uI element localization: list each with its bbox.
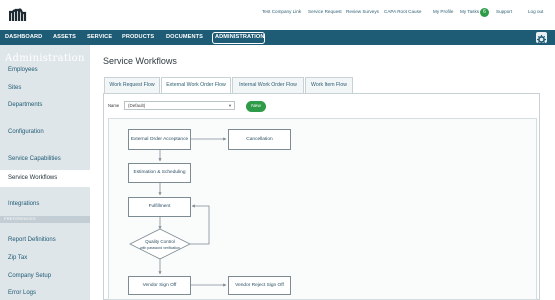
tab-external-work-order-flow[interactable]: External Work Order Flow — [161, 77, 231, 93]
name-label: Name — [108, 103, 120, 108]
node-vendor-sign-off[interactable]: Vendor Sign Off — [128, 276, 191, 295]
node-fulfillment[interactable]: Fulfillment — [128, 197, 191, 217]
link-review-surveys[interactable]: Review Surveys — [346, 9, 379, 14]
sidebar-item-service-workflows[interactable]: Service Workflows — [8, 175, 57, 181]
top-bar: Test Company Link Service Request Review… — [0, 0, 555, 30]
link-log-out[interactable]: Log out — [528, 9, 543, 14]
settings-button[interactable] — [536, 32, 547, 44]
main-nav: DASHBOARD ASSETS SERVICE PRODUCTS DOCUME… — [0, 30, 555, 45]
link-test-company[interactable]: Test Company Link — [262, 9, 301, 14]
node-estimation-scheduling[interactable]: Estimation & Scheduling — [128, 163, 191, 183]
nav-documents[interactable]: DOCUMENTS — [166, 34, 203, 40]
sidebar-section-header: PREFERENCES — [0, 216, 90, 223]
nav-products[interactable]: PRODUCTS — [122, 34, 154, 40]
link-capa-root-cause[interactable]: CAPA Root Cause — [384, 9, 421, 14]
node-external-order-acceptance[interactable]: External Order Acceptance — [128, 129, 191, 150]
page-title: Service Workflows — [103, 56, 177, 66]
workflow-name-select[interactable]: (Default) ▼ — [124, 101, 235, 110]
nav-dashboard[interactable]: DASHBOARD — [5, 34, 42, 40]
sidebar-item-service-capabilities[interactable]: Service Capabilities — [8, 156, 61, 162]
gear-icon — [537, 35, 546, 44]
node-vendor-reject-sign-off[interactable]: Vendor Reject Sign Off — [228, 276, 291, 295]
sidebar-item-employees[interactable]: Employees — [8, 67, 38, 73]
new-workflow-button[interactable]: New — [246, 101, 266, 112]
sidebar-item-error-logs[interactable]: Error Logs — [8, 290, 36, 296]
workflow-name-value: (Default) — [128, 103, 146, 108]
link-my-tasks[interactable]: My Tasks — [460, 9, 479, 14]
tab-work-item-flow[interactable]: Work Item Flow — [305, 77, 353, 93]
sidebar-item-departments[interactable]: Departments — [8, 102, 42, 108]
tab-work-request-flow[interactable]: Work Request Flow — [104, 77, 160, 93]
quality-control-label: Quality Control — [145, 239, 175, 244]
nav-administration[interactable]: ADMINISTRATION — [215, 34, 264, 40]
link-service-request[interactable]: Service Request — [308, 9, 342, 14]
tab-internal-work-order-flow[interactable]: Internal Work Order Flow — [232, 77, 304, 93]
tasks-count-badge: 6 — [480, 8, 489, 17]
nav-assets[interactable]: ASSETS — [53, 34, 76, 40]
sidebar-item-sites[interactable]: Sites — [8, 85, 21, 91]
sidebar-item-integrations[interactable]: Integrations — [8, 201, 39, 207]
link-my-profile[interactable]: My Profile — [433, 9, 453, 14]
nav-service[interactable]: SERVICE — [87, 34, 112, 40]
chevron-down-icon: ▼ — [228, 103, 232, 108]
sidebar-item-company-setup[interactable]: Company Setup — [8, 273, 51, 279]
sidebar-item-report-definitions[interactable]: Report Definitions — [8, 237, 56, 243]
quality-control-note: with password verification — [140, 245, 180, 250]
link-support[interactable]: Support — [496, 9, 512, 14]
company-logo-icon[interactable] — [9, 8, 31, 22]
node-cancellation[interactable]: Cancellation — [228, 129, 291, 150]
sidebar-title: Administration — [5, 53, 85, 64]
sidebar-item-zip-tax[interactable]: Zip Tax — [8, 255, 27, 261]
sidebar-item-configuration[interactable]: Configuration — [8, 129, 44, 135]
node-quality-control[interactable]: Quality Control with password verificati… — [130, 239, 190, 251]
workflow-diagram: External Order Acceptance Cancellation E… — [108, 118, 537, 300]
